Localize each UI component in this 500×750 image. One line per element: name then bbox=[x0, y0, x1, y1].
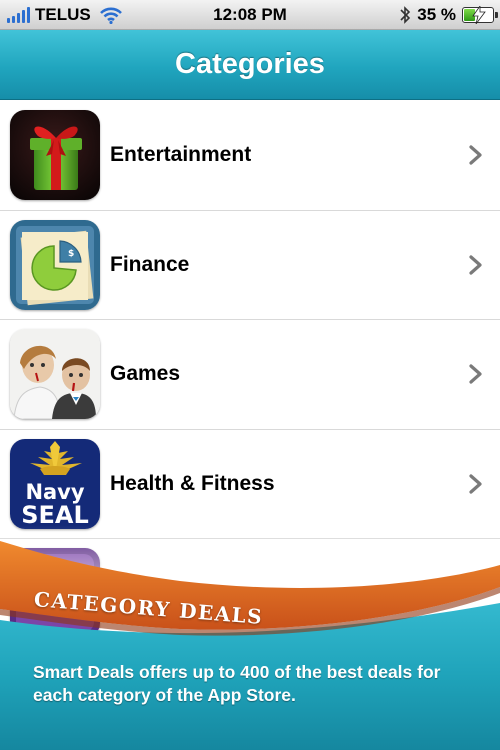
battery-percent: 35 % bbox=[417, 5, 456, 24]
gift-icon bbox=[10, 110, 100, 201]
zombie-couple-icon bbox=[10, 329, 100, 420]
wifi-icon bbox=[99, 7, 122, 24]
category-row-finance[interactable]: $ Finance bbox=[0, 210, 500, 320]
navy-seal-icon: Navy SEAL bbox=[10, 438, 100, 529]
deals-ribbon-graphic bbox=[0, 525, 500, 750]
category-row-games[interactable]: Games bbox=[0, 320, 500, 430]
category-label: Entertainment bbox=[110, 143, 252, 167]
category-row-health-fitness[interactable]: Navy SEAL Health & Fitness bbox=[0, 429, 500, 539]
category-row-entertainment[interactable]: Entertainment bbox=[0, 101, 500, 211]
status-bar: TELUS 12:08 PM 35 % bbox=[0, 0, 500, 30]
battery-charging-icon bbox=[462, 6, 498, 24]
chevron-right-icon bbox=[469, 145, 482, 165]
category-label: Finance bbox=[110, 252, 190, 276]
svg-text:$: $ bbox=[68, 249, 74, 259]
category-deals-banner[interactable]: CATEGORY DEALS Smart Deals offers up to … bbox=[0, 525, 500, 750]
pie-chart-icon: $ bbox=[10, 219, 100, 310]
category-label: Games bbox=[110, 362, 181, 386]
chevron-right-icon bbox=[469, 474, 482, 494]
signal-icon bbox=[7, 6, 30, 23]
bluetooth-icon bbox=[400, 6, 411, 24]
navigation-bar: Categories bbox=[0, 30, 500, 100]
deals-description: Smart Deals offers up to 400 of the best… bbox=[33, 662, 441, 705]
carrier-name: TELUS bbox=[35, 4, 91, 24]
category-label: Health & Fitness bbox=[110, 471, 275, 495]
page-title: Categories bbox=[175, 48, 325, 80]
chevron-right-icon bbox=[469, 364, 482, 384]
chevron-right-icon bbox=[469, 255, 482, 275]
